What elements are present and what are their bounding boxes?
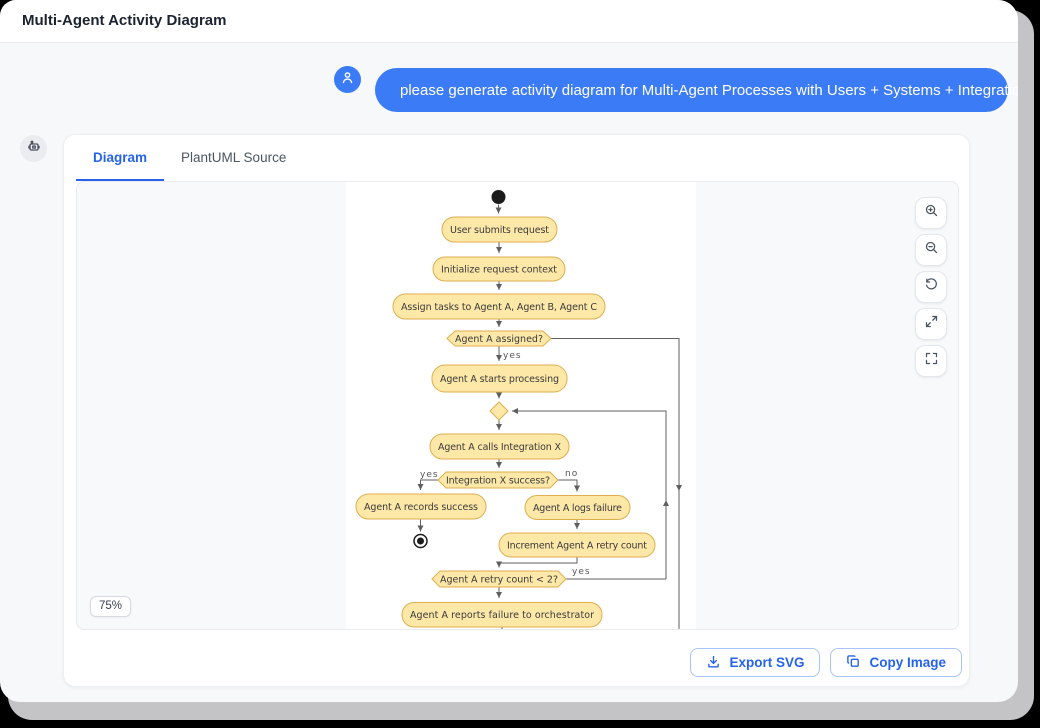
activity-label: Agent A records success xyxy=(364,502,478,513)
activity-label: Increment Agent A retry count xyxy=(507,541,647,552)
zoom-out-button[interactable] xyxy=(915,234,947,266)
activity-diagram-svg: yes yes no yes User submits request Init… xyxy=(346,182,696,630)
edge-label-yes: yes xyxy=(572,567,591,577)
end-node-dot xyxy=(417,538,424,545)
app-header: Multi-Agent Activity Diagram xyxy=(0,0,1018,43)
decision-label: Agent A retry count < 2? xyxy=(440,575,558,586)
zoom-level-badge: 75% xyxy=(90,596,131,617)
copy-image-button[interactable]: Copy Image xyxy=(830,648,962,677)
edge xyxy=(499,557,577,568)
copy-image-label: Copy Image xyxy=(869,655,946,670)
fullscreen-icon xyxy=(924,351,939,371)
edge-success-yes xyxy=(421,480,439,490)
reset-view-button[interactable] xyxy=(915,271,947,303)
activity-label: Agent A calls Integration X xyxy=(438,442,561,453)
edge-label-yes: yes xyxy=(503,351,522,361)
diagram-card: Diagram PlantUML Source xyxy=(63,134,970,687)
decision-label: Agent A assigned? xyxy=(455,334,543,345)
export-svg-label: Export SVG xyxy=(729,655,804,670)
expand-button[interactable] xyxy=(915,308,947,340)
edge-label-yes: yes xyxy=(420,470,439,480)
export-svg-button[interactable]: Export SVG xyxy=(690,648,820,677)
fullscreen-button[interactable] xyxy=(915,345,947,377)
activity-label: Initialize request context xyxy=(441,265,557,276)
tab-diagram[interactable]: Diagram xyxy=(76,135,164,181)
chat-message-bubble: please generate activity diagram for Mul… xyxy=(375,68,1008,112)
zoom-out-icon xyxy=(924,240,939,260)
assistant-avatar xyxy=(20,135,47,162)
start-node xyxy=(492,190,506,204)
user-icon xyxy=(340,70,355,90)
activity-label: Agent A logs failure xyxy=(533,503,622,514)
copy-icon xyxy=(846,654,861,672)
activity-label: Agent A reports failure to orchestrator xyxy=(410,610,594,621)
edge-label-no: no xyxy=(565,469,578,479)
activity-diagram-canvas: yes yes no yes User submits request Init… xyxy=(346,182,696,630)
expand-icon xyxy=(924,314,939,334)
app-window: Multi-Agent Activity Diagram please gene… xyxy=(0,0,1018,702)
activity-label: Agent A starts processing xyxy=(440,374,559,385)
card-footer: Export SVG Copy Image xyxy=(690,648,962,677)
robot-icon xyxy=(26,138,42,159)
download-icon xyxy=(706,654,721,672)
user-avatar xyxy=(334,66,361,93)
page-title: Multi-Agent Activity Diagram xyxy=(22,0,226,42)
diagram-viewport[interactable]: yes yes no yes User submits request Init… xyxy=(76,181,959,630)
merge-node xyxy=(490,402,508,420)
viewer-controls xyxy=(915,197,947,377)
zoom-in-icon xyxy=(924,203,939,223)
tab-bar: Diagram PlantUML Source xyxy=(76,135,303,181)
reset-rotate-icon xyxy=(924,277,939,297)
decision-label: Integration X success? xyxy=(446,476,550,487)
activity-label: User submits request xyxy=(450,225,549,236)
edge-success-no xyxy=(558,480,577,492)
tab-plantuml-source[interactable]: PlantUML Source xyxy=(164,135,303,181)
activity-label: Assign tasks to Agent A, Agent B, Agent … xyxy=(401,302,597,313)
zoom-in-button[interactable] xyxy=(915,197,947,229)
